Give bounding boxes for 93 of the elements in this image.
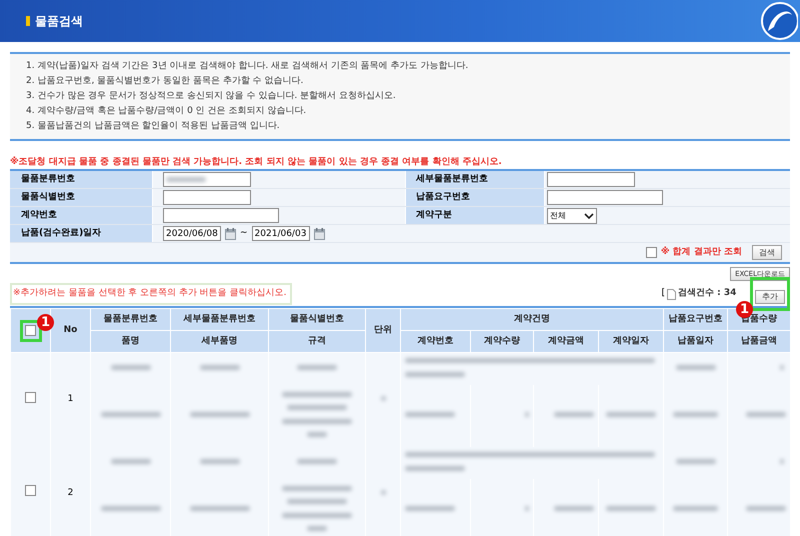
chevron-down-icon bbox=[584, 212, 594, 218]
page-title: 물품검색 bbox=[35, 13, 83, 30]
blurred-value bbox=[673, 412, 718, 417]
column-header: 규격 bbox=[268, 330, 366, 352]
warning-text: ※조달청 대지급 물품 중 종결된 물품만 검색 가능합니다. 조회 되지 않는 물품이 있는 경우 종결 여부를 확인해 주십시오. bbox=[10, 156, 503, 169]
select-dropdown[interactable]: 전체 bbox=[547, 208, 597, 224]
select-value: 전체 bbox=[550, 210, 566, 222]
blurred-value bbox=[606, 412, 656, 417]
form-label: 계약번호 bbox=[10, 207, 153, 224]
form-label: 물품분류번호 bbox=[10, 171, 153, 188]
column-header: 세부품명 bbox=[170, 330, 268, 352]
blurred-value bbox=[746, 506, 786, 511]
input-field[interactable]: 2021/06/03 bbox=[252, 226, 310, 241]
logo-icon bbox=[758, 1, 798, 41]
input-field[interactable] bbox=[163, 172, 251, 187]
blurred-value bbox=[282, 486, 352, 490]
checkbox[interactable] bbox=[646, 247, 657, 258]
blurred-value bbox=[405, 466, 465, 470]
column-header: 납품요구번호 bbox=[664, 308, 728, 330]
blurred-value bbox=[287, 499, 347, 504]
blurred-value bbox=[100, 506, 160, 511]
hint-text: ※추가하려는 물품을 선택한 후 오른쪽의 추가 버튼을 클릭하십시오. bbox=[10, 283, 292, 305]
blurred-value bbox=[606, 506, 656, 511]
form-label: 납품(검수완료)일자 bbox=[10, 225, 153, 242]
bracket-text: [ bbox=[661, 287, 665, 300]
blurred-value bbox=[554, 506, 594, 511]
blurred-value bbox=[297, 458, 337, 464]
column-header: 납품일자 bbox=[664, 330, 728, 352]
calendar-icon[interactable] bbox=[225, 228, 236, 240]
input-field[interactable] bbox=[547, 190, 663, 205]
form-label: 납품요구번호 bbox=[405, 189, 545, 206]
calendar-icon[interactable] bbox=[314, 228, 325, 240]
blurred-value bbox=[282, 392, 352, 396]
form-label: 세부물품분류번호 bbox=[405, 171, 545, 188]
blurred-value bbox=[405, 506, 455, 511]
checkbox[interactable] bbox=[25, 392, 36, 402]
note-text: 1. 계약(납품)일자 검색 기간은 3년 이내로 검색해야 합니다. 새로 검색해서 기존의 품목에 추가도 가능합니다. bbox=[26, 60, 470, 73]
blurred-value bbox=[282, 512, 352, 518]
document-icon bbox=[667, 288, 676, 300]
note-text: 4. 계약수량/금액 혹은 납품수량/금액이 0 인 건은 조회되지 않습니다. bbox=[26, 105, 308, 118]
table-cell: 2 bbox=[50, 446, 90, 536]
column-header: 납품금액 bbox=[728, 330, 790, 352]
blurred-value bbox=[554, 412, 594, 417]
blurred-value bbox=[190, 412, 250, 417]
blurred-value bbox=[673, 506, 718, 511]
blurred-value bbox=[100, 412, 160, 417]
input-field[interactable]: 2020/06/08 bbox=[163, 226, 221, 241]
input-field[interactable] bbox=[163, 190, 251, 205]
input-field[interactable] bbox=[547, 172, 635, 187]
add-button[interactable]: 추가 bbox=[755, 290, 785, 304]
blurred-value bbox=[676, 365, 716, 370]
column-header: 계약일자 bbox=[598, 330, 664, 352]
blurred-value bbox=[380, 396, 386, 401]
title-marker-icon bbox=[26, 16, 30, 26]
column-header: 물품분류번호 bbox=[90, 308, 170, 330]
blurred-value bbox=[676, 458, 716, 464]
column-header: 계약번호 bbox=[400, 330, 470, 352]
note-text: 5. 물품납품건의 납품금액은 할인율이 적용된 납품금액 입니다. bbox=[26, 120, 281, 133]
blurred-value bbox=[166, 177, 206, 182]
note-text: 3. 건수가 많은 경우 문서가 정상적으로 송신되지 않을 수 있습니다. 분할해서 요청하십시오. bbox=[26, 90, 397, 103]
blurred-value bbox=[200, 458, 240, 464]
blurred-value bbox=[380, 490, 386, 495]
column-header: 계약수량 bbox=[470, 330, 534, 352]
blurred-value bbox=[200, 365, 240, 370]
checkbox[interactable] bbox=[25, 325, 36, 336]
column-header: 계약건명 bbox=[400, 308, 664, 330]
column-header: 품명 bbox=[90, 330, 170, 352]
blurred-value bbox=[405, 412, 455, 417]
checkbox[interactable] bbox=[25, 485, 36, 496]
column-header: 단위 bbox=[366, 308, 400, 352]
sum-only-label: ※ 합계 결과만 조회 bbox=[660, 246, 742, 259]
blurred-value bbox=[110, 458, 150, 464]
blurred-value bbox=[297, 365, 337, 370]
blurred-value bbox=[405, 372, 465, 377]
range-separator: ~ bbox=[240, 226, 248, 240]
search-button[interactable]: 검색 bbox=[752, 245, 782, 260]
form-label: 계약구분 bbox=[405, 207, 545, 224]
blurred-value bbox=[282, 418, 352, 424]
column-header: 계약금액 bbox=[534, 330, 598, 352]
blurred-value bbox=[307, 432, 327, 437]
blurred-value bbox=[307, 526, 327, 531]
blurred-value bbox=[287, 405, 347, 410]
blurred-value bbox=[110, 365, 150, 370]
note-text: 2. 납품요구번호, 물품식별번호가 동일한 품목은 추가할 수 없습니다. bbox=[26, 75, 304, 88]
blurred-value bbox=[190, 506, 250, 511]
table-cell: 1 bbox=[50, 352, 90, 446]
result-count: 검색건수 : 34 bbox=[678, 287, 738, 300]
input-field[interactable] bbox=[163, 208, 279, 223]
column-header: 물품식별번호 bbox=[268, 308, 366, 330]
form-label: 물품식별번호 bbox=[10, 189, 153, 206]
blurred-value bbox=[746, 412, 786, 417]
column-header: No bbox=[50, 308, 90, 352]
column-header: 세부물품분류번호 bbox=[170, 308, 268, 330]
